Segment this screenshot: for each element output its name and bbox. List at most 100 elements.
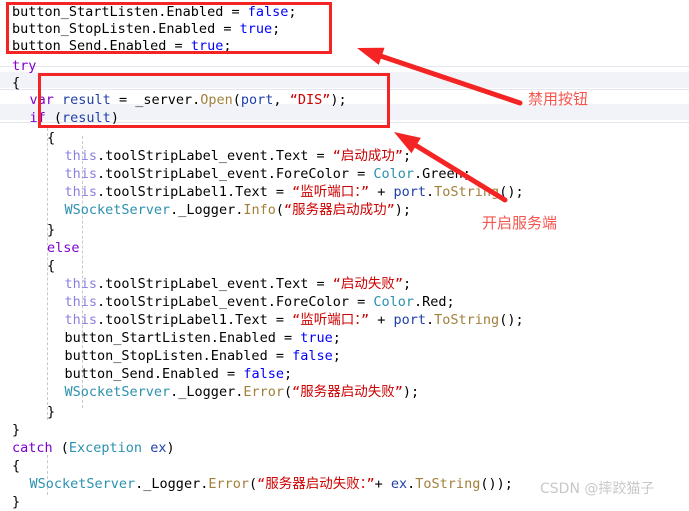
- code-token: catch: [12, 440, 53, 456]
- code-token: button_StartListen.Enabled =: [64, 330, 301, 346]
- code-line[interactable]: else: [0, 240, 80, 257]
- code-line[interactable]: {: [0, 130, 55, 147]
- code-token: ;: [332, 330, 341, 346]
- code-token: ): [166, 440, 175, 456]
- code-token: +: [374, 476, 391, 492]
- code-token: (: [232, 92, 241, 108]
- code-token: .toolStripLabel_event.ForeColor =: [97, 294, 374, 310]
- code-token: try: [12, 58, 37, 74]
- code-token: ());: [480, 476, 513, 492]
- code-token: “DIS”: [289, 92, 331, 108]
- code-line[interactable]: button_Send.Enabled = false;: [0, 366, 293, 383]
- code-token: “监听端口：”: [292, 184, 370, 200]
- code-line[interactable]: try: [0, 58, 36, 75]
- code-line[interactable]: WSocketServer._Logger.Info(“服务器启动成功”);: [0, 202, 412, 219]
- code-token: true: [190, 38, 224, 54]
- code-token: result: [62, 110, 111, 126]
- code-token: ,: [273, 92, 290, 108]
- code-line[interactable]: button_StopListen.Enabled = false;: [0, 348, 341, 365]
- code-token: }: [47, 222, 56, 238]
- code-line[interactable]: this.toolStripLabel_event.Text = “启动失败”;: [0, 276, 412, 293]
- code-line[interactable]: var result = _server.Open(port, “DIS”);: [0, 92, 347, 109]
- code-token: .toolStripLabel_event.Text =: [97, 148, 333, 164]
- code-token: ): [110, 110, 119, 126]
- code-token: port: [393, 184, 427, 200]
- code-token: ToString: [415, 476, 481, 492]
- code-token: this: [64, 312, 98, 328]
- code-editor-surface[interactable]: button_StartListen.Enabled = false; butto…: [0, 0, 689, 510]
- code-token: Error: [208, 476, 249, 492]
- code-token: ToString: [434, 184, 500, 200]
- code-token: Error: [243, 384, 284, 400]
- code-token: button_StartListen.Enabled =: [12, 4, 248, 20]
- code-line[interactable]: this.toolStripLabel_event.ForeColor = Co…: [0, 166, 471, 183]
- code-token: true: [239, 21, 273, 37]
- code-line[interactable]: }: [0, 494, 20, 511]
- code-token: );: [330, 92, 347, 108]
- code-token: “启动失败”: [332, 276, 403, 292]
- code-token: true: [300, 330, 333, 346]
- code-token: ;: [223, 38, 232, 54]
- code-line[interactable]: if (result): [0, 110, 119, 127]
- code-line[interactable]: }: [0, 222, 55, 239]
- code-token: WSocketServer: [64, 202, 171, 218]
- current-line-highlight: [0, 72, 689, 88]
- code-token: {: [12, 458, 21, 474]
- code-token: =: [110, 92, 136, 108]
- code-token: ;: [402, 148, 412, 164]
- code-line[interactable]: button_StartListen.Enabled = true;: [0, 330, 341, 347]
- code-token: (: [248, 476, 258, 492]
- code-line[interactable]: this.toolStripLabel_event.ForeColor = Co…: [0, 294, 455, 311]
- code-token: Info: [243, 202, 276, 218]
- code-token: port: [393, 312, 427, 328]
- code-token: ;: [332, 348, 341, 364]
- code-token: ();: [499, 184, 524, 200]
- code-token: button_Send.Enabled =: [12, 38, 191, 54]
- code-token: Exception: [68, 440, 143, 456]
- code-line[interactable]: button_StartListen.Enabled = false;: [0, 4, 296, 21]
- code-token: port: [240, 92, 274, 108]
- code-token: ex: [390, 476, 408, 492]
- code-line[interactable]: {: [0, 75, 20, 92]
- code-token: {: [47, 130, 56, 146]
- code-token: +: [369, 184, 394, 200]
- code-token: {: [12, 75, 21, 91]
- code-token: {: [47, 258, 56, 274]
- code-line[interactable]: WSocketServer._Logger.Error(“服务器启动失败：”+ …: [0, 476, 513, 493]
- code-token: (: [283, 384, 293, 400]
- code-token: result: [62, 92, 111, 108]
- code-line[interactable]: this.toolStripLabel1.Text = “监听端口：” + po…: [0, 184, 524, 201]
- code-token: this: [64, 276, 98, 292]
- code-token: .Red;: [414, 294, 455, 310]
- code-line[interactable]: this.toolStripLabel1.Text = “监听端口：” + po…: [0, 312, 524, 329]
- csdn-watermark: CSDN @摔跤猫子: [540, 481, 655, 497]
- code-token: “服务器启动成功”: [283, 202, 395, 218]
- code-token: .: [426, 184, 435, 200]
- code-line[interactable]: {: [0, 258, 55, 275]
- code-line[interactable]: }: [0, 404, 55, 421]
- code-token: ._Logger.: [170, 202, 244, 218]
- code-token: WSocketServer: [29, 476, 136, 492]
- code-token: Color: [373, 166, 414, 182]
- code-token: ;: [288, 4, 297, 20]
- code-line[interactable]: {: [0, 458, 20, 475]
- code-line[interactable]: this.toolStripLabel_event.Text = “启动成功”;: [0, 148, 412, 165]
- code-line[interactable]: catch (Exception ex): [0, 440, 175, 457]
- code-line[interactable]: button_Send.Enabled = true;: [0, 38, 231, 55]
- code-line[interactable]: }: [0, 422, 20, 439]
- code-token: button_StopListen.Enabled =: [12, 21, 240, 37]
- code-token: }: [47, 404, 56, 420]
- code-token: this: [64, 148, 98, 164]
- code-token: WSocketServer: [64, 384, 171, 400]
- code-token: Open: [200, 92, 233, 108]
- code-token: else: [47, 240, 80, 256]
- code-token: (: [275, 202, 284, 218]
- code-token: false: [247, 4, 289, 20]
- code-token: this: [64, 166, 98, 182]
- code-line[interactable]: button_StopListen.Enabled = true;: [0, 21, 280, 38]
- code-token: ;: [272, 21, 281, 37]
- code-token: this: [64, 184, 98, 200]
- code-token: );: [402, 384, 420, 400]
- code-line[interactable]: WSocketServer._Logger.Error(“服务器启动失败”);: [0, 384, 420, 401]
